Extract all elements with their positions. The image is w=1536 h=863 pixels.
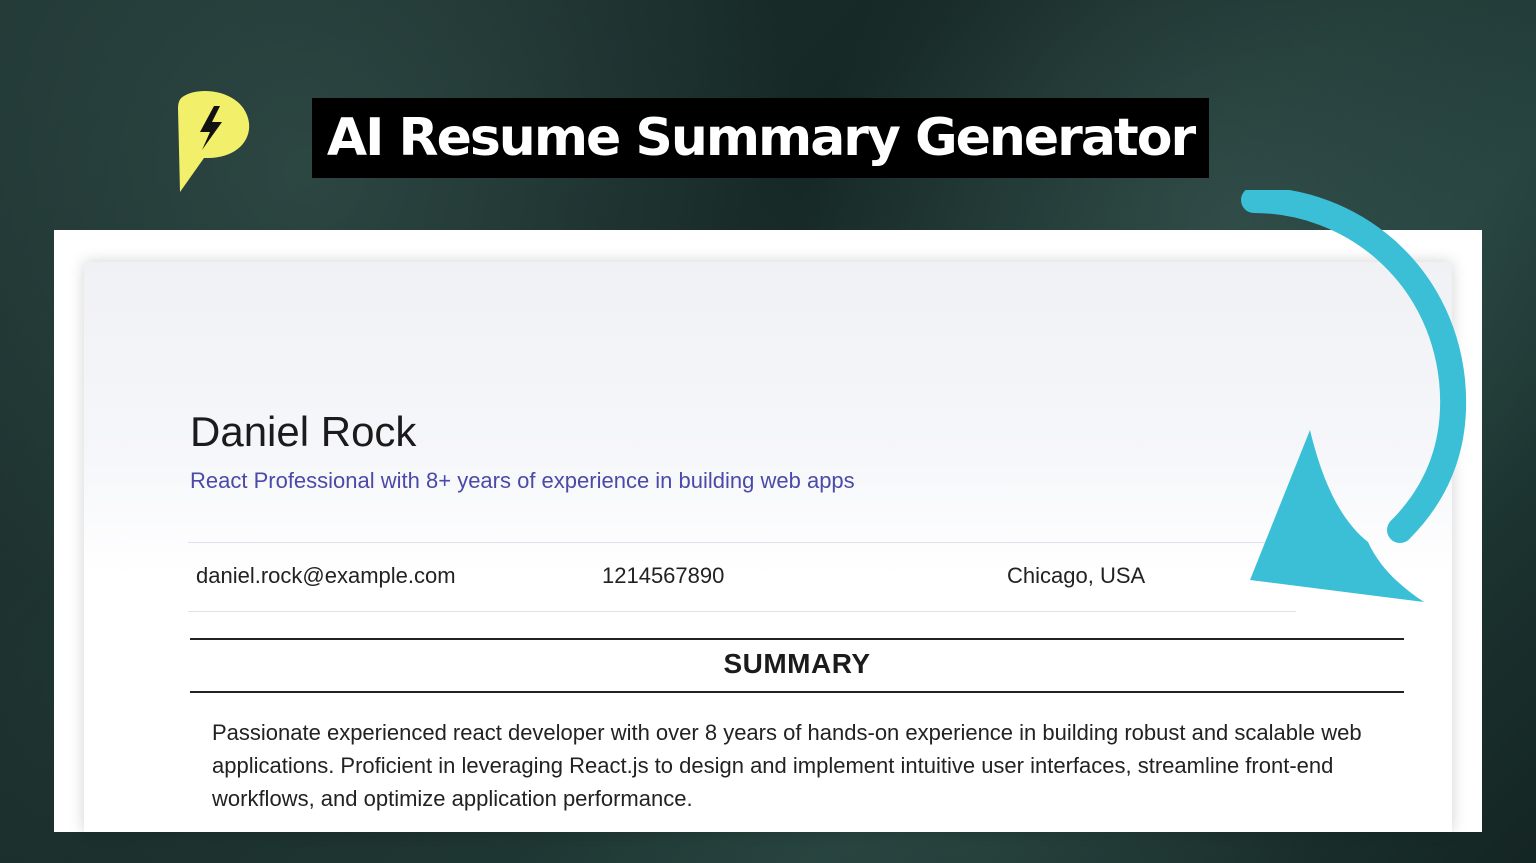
- curved-arrow-down-icon: [1241, 190, 1467, 602]
- contact-email: daniel.rock@example.com: [196, 563, 456, 588]
- resume-name: Daniel Rock: [190, 408, 417, 455]
- title-banner: AI Resume Summary Generator: [312, 98, 1209, 178]
- contact-phone: 1214567890: [602, 563, 725, 588]
- summary-text: Passionate experienced react developer w…: [212, 720, 1362, 811]
- section-divider-bottom: [190, 691, 1404, 693]
- resume-headline: React Professional with 8+ years of expe…: [190, 468, 855, 493]
- section-divider-top: [190, 638, 1404, 640]
- summary-section-title: SUMMARY: [723, 648, 871, 679]
- page-title: AI Resume Summary Generator: [326, 108, 1196, 168]
- contact-row: daniel.rock@example.com 1214567890 Chica…: [188, 542, 1296, 612]
- brand-logo-icon: [178, 91, 250, 192]
- contact-location: Chicago, USA: [1007, 563, 1146, 588]
